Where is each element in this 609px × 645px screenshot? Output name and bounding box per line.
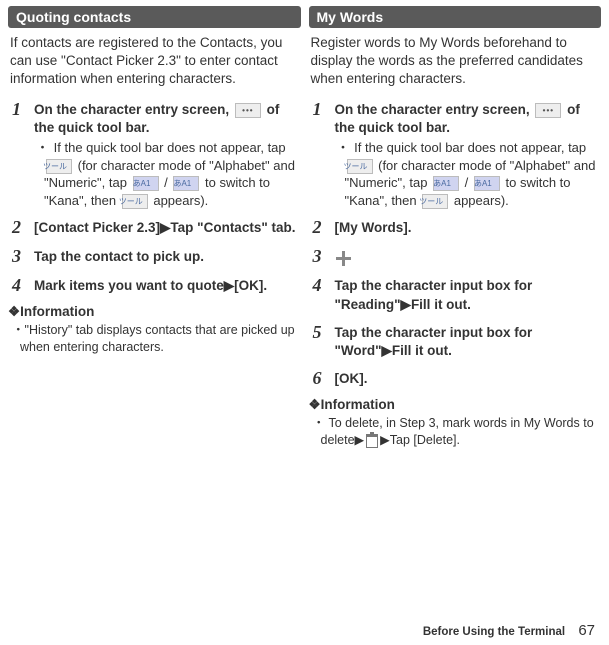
step-number: 1	[12, 99, 34, 210]
right-step-4: 4 Tap the character input box for "Readi…	[309, 275, 602, 313]
left-column: Quoting contacts If contacts are registe…	[8, 6, 301, 449]
trash-icon	[366, 434, 378, 448]
step-number: 2	[313, 217, 335, 238]
right-info-item: To delete, in Step 3, mark words in My W…	[309, 415, 602, 449]
right-section-header: My Words	[309, 6, 602, 28]
kana-key-icon: あA1	[173, 176, 199, 191]
right-column: My Words Register words to My Words befo…	[309, 6, 602, 449]
step-title-text: On the character entry screen,	[34, 102, 233, 117]
step-number: 4	[313, 275, 335, 313]
step-number: 3	[12, 246, 34, 267]
left-step-3: 3 Tap the contact to pick up.	[8, 246, 301, 267]
plus-icon	[335, 250, 351, 266]
tool-key-icon: ツール	[122, 194, 148, 209]
step-sub: If the quick tool bar does not appear, t…	[34, 139, 301, 209]
right-step-1: 1 On the character entry screen, ••• of …	[309, 99, 602, 210]
step-sub-text: If the quick tool bar does not appear, t…	[54, 140, 286, 155]
left-info-item: "History" tab displays contacts that are…	[8, 322, 301, 356]
left-info-head: ❖Information	[8, 304, 301, 320]
footer-page-number: 67	[578, 622, 595, 639]
step-sub-text: appears).	[450, 193, 509, 208]
info-text: ▶Tap [Delete].	[380, 433, 460, 447]
more-key-icon: •••	[535, 103, 561, 118]
step-sub-text: If the quick tool bar does not appear, t…	[354, 140, 586, 155]
step-number: 5	[313, 322, 335, 360]
step-number: 2	[12, 217, 34, 238]
more-key-icon: •••	[235, 103, 261, 118]
step-title: [OK].	[335, 370, 602, 388]
step-title: On the character entry screen, ••• of th…	[335, 101, 602, 137]
kana-key-icon: あA1	[133, 176, 159, 191]
right-step-3: 3	[309, 246, 602, 267]
step-sub: If the quick tool bar does not appear, t…	[335, 139, 602, 209]
step-title: On the character entry screen, ••• of th…	[34, 101, 301, 137]
left-step-4: 4 Mark items you want to quote▶[OK].	[8, 275, 301, 296]
tool-key-icon: ツール	[347, 159, 373, 174]
step-number: 1	[313, 99, 335, 210]
step-sub-text: /	[461, 175, 472, 190]
right-info-head: ❖Information	[309, 397, 602, 413]
step-title: Tap the contact to pick up.	[34, 248, 301, 266]
tool-key-icon: ツール	[422, 194, 448, 209]
page-footer: Before Using the Terminal 67	[423, 622, 595, 639]
footer-section-label: Before Using the Terminal	[423, 626, 565, 638]
step-number: 4	[12, 275, 34, 296]
step-title: Mark items you want to quote▶[OK].	[34, 277, 301, 295]
step-sub-text: /	[161, 175, 172, 190]
left-step-1: 1 On the character entry screen, ••• of …	[8, 99, 301, 210]
right-step-5: 5 Tap the character input box for "Word"…	[309, 322, 602, 360]
right-step-6: 6 [OK].	[309, 368, 602, 389]
step-sub-text: appears).	[150, 193, 209, 208]
right-intro: Register words to My Words beforehand to…	[309, 34, 602, 89]
kana-key-icon: あA1	[433, 176, 459, 191]
kana-key-icon: あA1	[474, 176, 500, 191]
left-step-2: 2 [Contact Picker 2.3]▶Tap "Contacts" ta…	[8, 217, 301, 238]
step-title	[335, 248, 602, 266]
left-intro: If contacts are registered to the Contac…	[8, 34, 301, 89]
step-number: 3	[313, 246, 335, 267]
step-title: Tap the character input box for "Word"▶F…	[335, 324, 602, 360]
right-step-2: 2 [My Words].	[309, 217, 602, 238]
step-title: [Contact Picker 2.3]▶Tap "Contacts" tab.	[34, 219, 301, 237]
step-title-text: On the character entry screen,	[335, 102, 534, 117]
step-title: Tap the character input box for "Reading…	[335, 277, 602, 313]
step-number: 6	[313, 368, 335, 389]
tool-key-icon: ツール	[46, 159, 72, 174]
step-title: [My Words].	[335, 219, 602, 237]
left-section-header: Quoting contacts	[8, 6, 301, 28]
